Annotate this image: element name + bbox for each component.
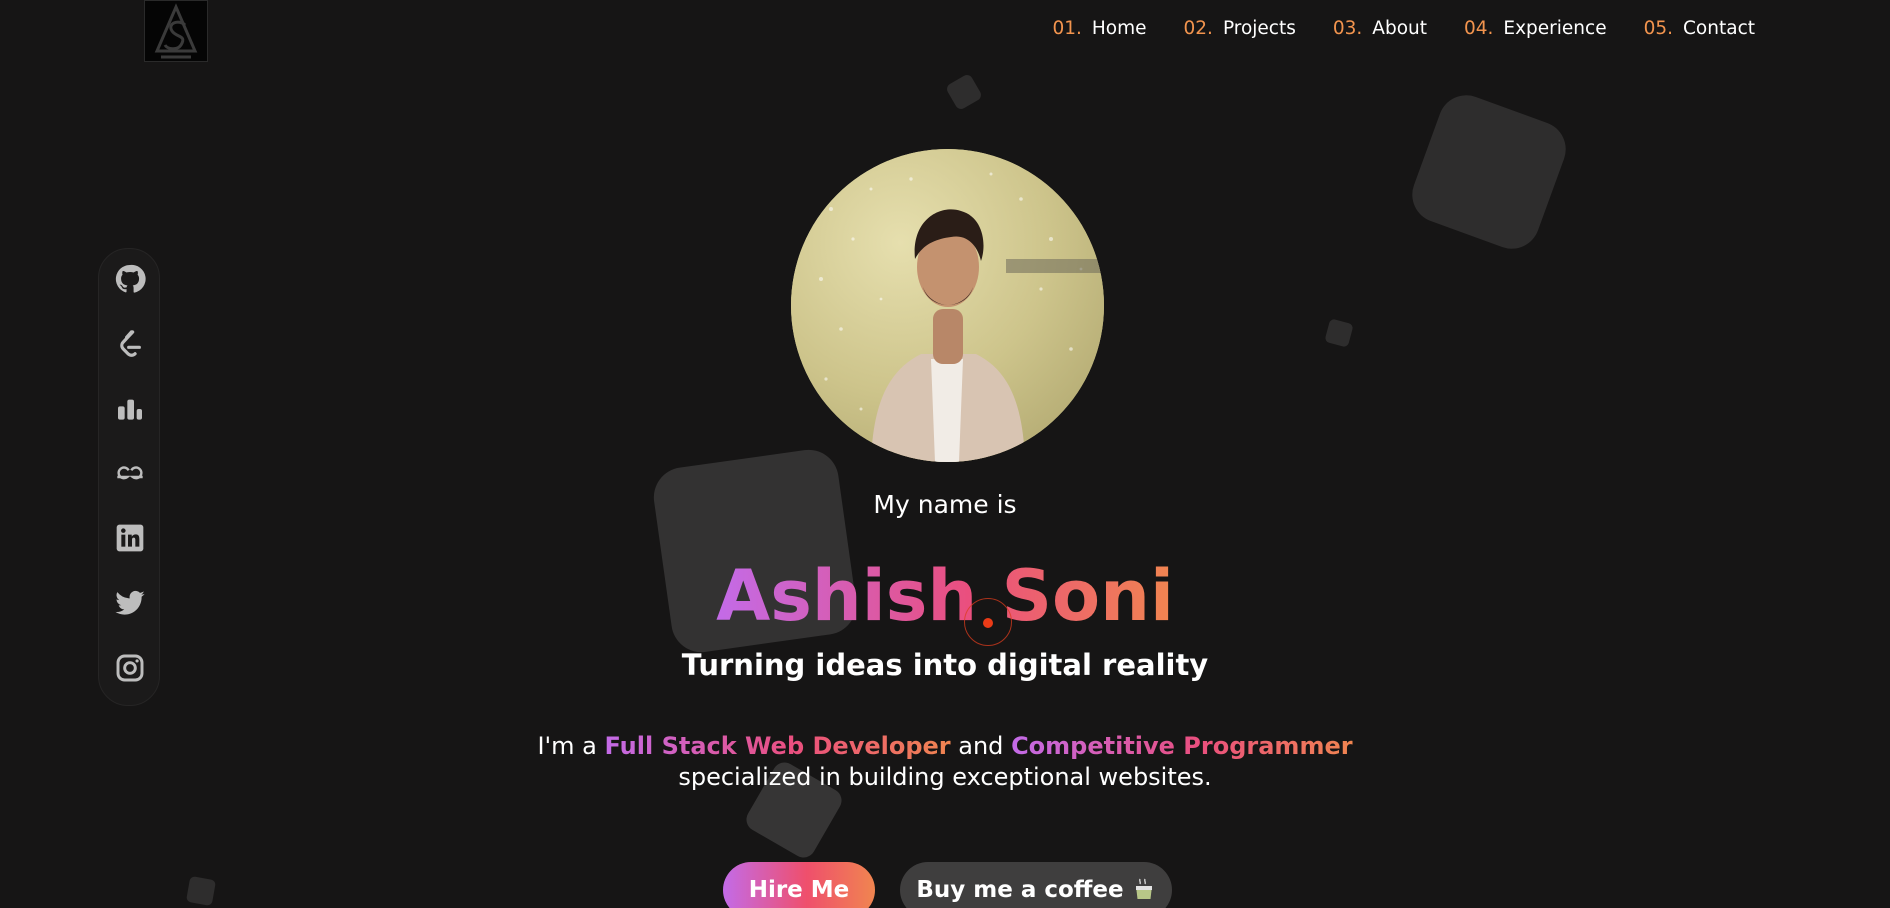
nav-label: About xyxy=(1372,18,1427,39)
buy-coffee-label: Buy me a coffee xyxy=(916,877,1124,903)
nav-number: 01. xyxy=(1052,18,1082,39)
nav-item-contact[interactable]: 05. Contact xyxy=(1644,18,1755,39)
codechef-icon[interactable] xyxy=(114,393,146,425)
cursor-dot xyxy=(983,618,993,628)
decorative-square xyxy=(1404,87,1574,257)
geeksforgeeks-icon[interactable] xyxy=(114,457,146,489)
profile-photo xyxy=(791,149,1104,462)
role-competitive: Competitive Programmer xyxy=(1011,732,1353,760)
logo[interactable] xyxy=(144,0,208,62)
hero-name: Ashish Soni xyxy=(0,556,1890,636)
profile-avatar xyxy=(791,149,1104,462)
nav-item-experience[interactable]: 04. Experience xyxy=(1464,18,1607,39)
hero-name-text: Ashish Soni xyxy=(716,555,1174,637)
role-full-stack: Full Stack Web Developer xyxy=(604,732,951,760)
decorative-square xyxy=(1324,318,1354,348)
hire-me-button[interactable]: Hire Me xyxy=(723,862,875,908)
social-sidebar xyxy=(98,248,160,706)
intro-text: My name is xyxy=(873,490,1017,519)
decorative-square xyxy=(944,72,984,112)
linkedin-icon[interactable] xyxy=(114,522,146,554)
nav-label: Experience xyxy=(1503,18,1607,39)
hire-me-label: Hire Me xyxy=(748,877,850,903)
nav-label: Home xyxy=(1091,18,1147,39)
decorative-square xyxy=(185,875,217,907)
nav-number: 04. xyxy=(1464,18,1494,39)
nav-number: 02. xyxy=(1183,18,1213,39)
github-icon[interactable] xyxy=(114,263,146,295)
leetcode-icon[interactable] xyxy=(114,328,146,360)
nav-item-projects[interactable]: 02. Projects xyxy=(1184,18,1296,39)
desc-prefix: I'm a xyxy=(537,732,597,760)
desc-suffix: specialized in building exceptional webs… xyxy=(678,763,1212,791)
nav-item-about[interactable]: 03. About xyxy=(1333,18,1427,39)
hero-tagline: Turning ideas into digital reality xyxy=(681,648,1209,682)
nav-number: 03. xyxy=(1332,18,1363,39)
nav-label: Contact xyxy=(1683,18,1755,39)
desc-and: and xyxy=(958,732,1004,760)
nav-label: Projects xyxy=(1222,18,1296,39)
nav-number: 05. xyxy=(1643,18,1674,39)
logo-icon xyxy=(154,3,198,59)
nav-item-home[interactable]: 01. Home xyxy=(1052,18,1146,39)
hero-description: I'm a Full Stack Web Developer and Compe… xyxy=(0,731,1890,793)
coffee-cup-icon xyxy=(1135,878,1152,899)
buy-coffee-button[interactable]: Buy me a coffee xyxy=(900,862,1172,908)
main-nav: 01. Home 02. Projects 03. About 04. Expe… xyxy=(1052,18,1755,39)
portfolio-page: 01. Home 02. Projects 03. About 04. Expe… xyxy=(0,0,1890,908)
